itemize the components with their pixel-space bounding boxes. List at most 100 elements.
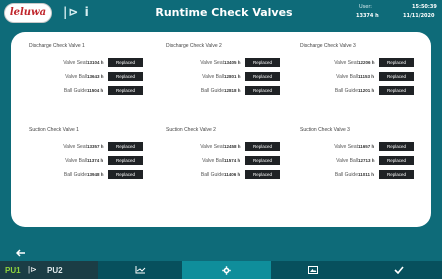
row-valve-ball: Valve Ball 12801 h Replaced [166, 72, 296, 81]
row-label: Valve Ball [65, 158, 87, 164]
replaced-button[interactable]: Replaced [245, 58, 280, 67]
row-label: Ball Guide [200, 172, 224, 178]
row-value: 12713 h [358, 158, 375, 163]
row-label: Valve Ball [336, 74, 358, 80]
row-value: 12458 h [224, 144, 241, 149]
row-value: 11574 h [224, 158, 241, 163]
row-label: Valve Ball [65, 74, 87, 80]
row-value: 13357 h [87, 144, 104, 149]
replaced-button[interactable]: Replaced [379, 170, 414, 179]
user-label: User: [359, 4, 372, 10]
replaced-button[interactable]: Replaced [108, 170, 143, 179]
row-valve-seat: Valve Seat 11657 h Replaced [300, 142, 430, 151]
chart-button[interactable] [98, 261, 182, 279]
row-label: Valve Seat [334, 144, 358, 150]
logo-text: leluwa [9, 7, 47, 18]
row-label: Valve Ball [202, 158, 224, 164]
confirm-button[interactable] [355, 261, 442, 279]
line-chart-icon [135, 266, 145, 274]
replaced-button[interactable]: Replaced [379, 72, 414, 81]
row-valve-ball: Valve Ball 11574 h Replaced [166, 156, 296, 165]
row-valve-seat: Valve Seat 13357 h Replaced [29, 142, 159, 151]
replaced-button[interactable]: Replaced [245, 72, 280, 81]
row-value: 11657 h [358, 144, 375, 149]
pump-switch-icon: |⊳ [28, 265, 37, 274]
row-value: 11504 h [87, 88, 104, 93]
content-panel: Discharge Check Valve 1 Valve Seat 13104… [11, 32, 431, 227]
row-valve-ball: Valve Ball 13643 h Replaced [29, 72, 159, 81]
row-value: 11153 h [358, 74, 375, 79]
page-title: Runtime Check Valves [155, 6, 293, 19]
back-button[interactable] [9, 248, 33, 258]
replaced-button[interactable]: Replaced [245, 142, 280, 151]
replaced-button[interactable]: Replaced [108, 156, 143, 165]
row-ball-guide: Ball Guide 11011 h Replaced [300, 170, 430, 179]
settings-button[interactable] [182, 261, 271, 279]
row-label: Valve Seat [63, 144, 87, 150]
replaced-button[interactable]: Replaced [245, 156, 280, 165]
group-title: Suction Check Valve 2 [166, 127, 216, 133]
row-value: 13948 h [87, 172, 104, 177]
gear-icon [222, 265, 231, 275]
row-valve-ball: Valve Ball 11153 h Replaced [300, 72, 430, 81]
row-label: Valve Ball [336, 158, 358, 164]
screen: leluwa |⊳ i Runtime Check Valves User: 1… [0, 0, 442, 279]
pu2-label[interactable]: PU2 [47, 266, 63, 275]
replaced-button[interactable]: Replaced [379, 86, 414, 95]
row-valve-ball: Valve Ball 11374 h Replaced [29, 156, 159, 165]
replaced-button[interactable]: Replaced [379, 142, 414, 151]
clock-date: 11/11/2020 [403, 13, 435, 19]
row-ball-guide: Ball Guide 11504 h Replaced [29, 86, 159, 95]
row-valve-seat: Valve Seat 13104 h Replaced [29, 58, 159, 67]
row-ball-guide: Ball Guide 13948 h Replaced [29, 170, 159, 179]
row-ball-guide: Ball Guide 11406 h Replaced [166, 170, 296, 179]
row-value: 11406 h [224, 172, 241, 177]
row-valve-seat: Valve Seat 12458 h Replaced [166, 142, 296, 151]
replaced-button[interactable]: Replaced [245, 170, 280, 179]
row-ball-guide: Ball Guide 12818 h Replaced [166, 86, 296, 95]
pump-info-icon[interactable]: |⊳ i [63, 5, 90, 19]
row-label: Ball Guide [63, 88, 87, 94]
group-title: Suction Check Valve 1 [29, 127, 79, 133]
replaced-button[interactable]: Replaced [108, 72, 143, 81]
arrow-left-icon [15, 249, 25, 257]
row-value: 12206 h [358, 60, 375, 65]
clock-time: 15:50:39 [412, 4, 437, 10]
replaced-button[interactable]: Replaced [245, 86, 280, 95]
row-ball-guide: Ball Guide 11201 h Replaced [300, 86, 430, 95]
header-bar: leluwa |⊳ i Runtime Check Valves User: 1… [0, 0, 442, 28]
row-value: 13405 h [224, 60, 241, 65]
footer-bar: PU1 |⊳ PU2 [0, 261, 442, 279]
row-value: 11011 h [358, 172, 375, 177]
pump-unit-switch[interactable]: PU1 |⊳ PU2 [0, 261, 98, 279]
row-label: Ball Guide [334, 172, 358, 178]
row-value: 12801 h [224, 74, 241, 79]
row-value: 13104 h [87, 60, 104, 65]
row-label: Ball Guide [200, 88, 224, 94]
row-label: Valve Seat [63, 60, 87, 66]
row-label: Valve Ball [202, 74, 224, 80]
replaced-button[interactable]: Replaced [379, 156, 414, 165]
group-title: Discharge Check Valve 1 [29, 43, 85, 49]
group-title: Suction Check Valve 3 [300, 127, 350, 133]
replaced-button[interactable]: Replaced [108, 86, 143, 95]
group-title: Discharge Check Valve 3 [300, 43, 356, 49]
row-label: Valve Seat [334, 60, 358, 66]
replaced-button[interactable]: Replaced [379, 58, 414, 67]
pu1-label[interactable]: PU1 [5, 266, 21, 275]
row-value: 11201 h [358, 88, 375, 93]
row-value: 11374 h [87, 158, 104, 163]
checkmark-icon [393, 266, 404, 274]
row-value: 12818 h [224, 88, 241, 93]
row-label: Ball Guide [334, 88, 358, 94]
group-title: Discharge Check Valve 2 [166, 43, 222, 49]
row-value: 13643 h [87, 74, 104, 79]
replaced-button[interactable]: Replaced [108, 58, 143, 67]
row-valve-seat: Valve Seat 12206 h Replaced [300, 58, 430, 67]
replaced-button[interactable]: Replaced [108, 142, 143, 151]
row-valve-ball: Valve Ball 12713 h Replaced [300, 156, 430, 165]
image-button[interactable] [271, 261, 355, 279]
image-icon [308, 266, 318, 274]
user-value: 13374 h [356, 13, 379, 19]
row-valve-seat: Valve Seat 13405 h Replaced [166, 58, 296, 67]
